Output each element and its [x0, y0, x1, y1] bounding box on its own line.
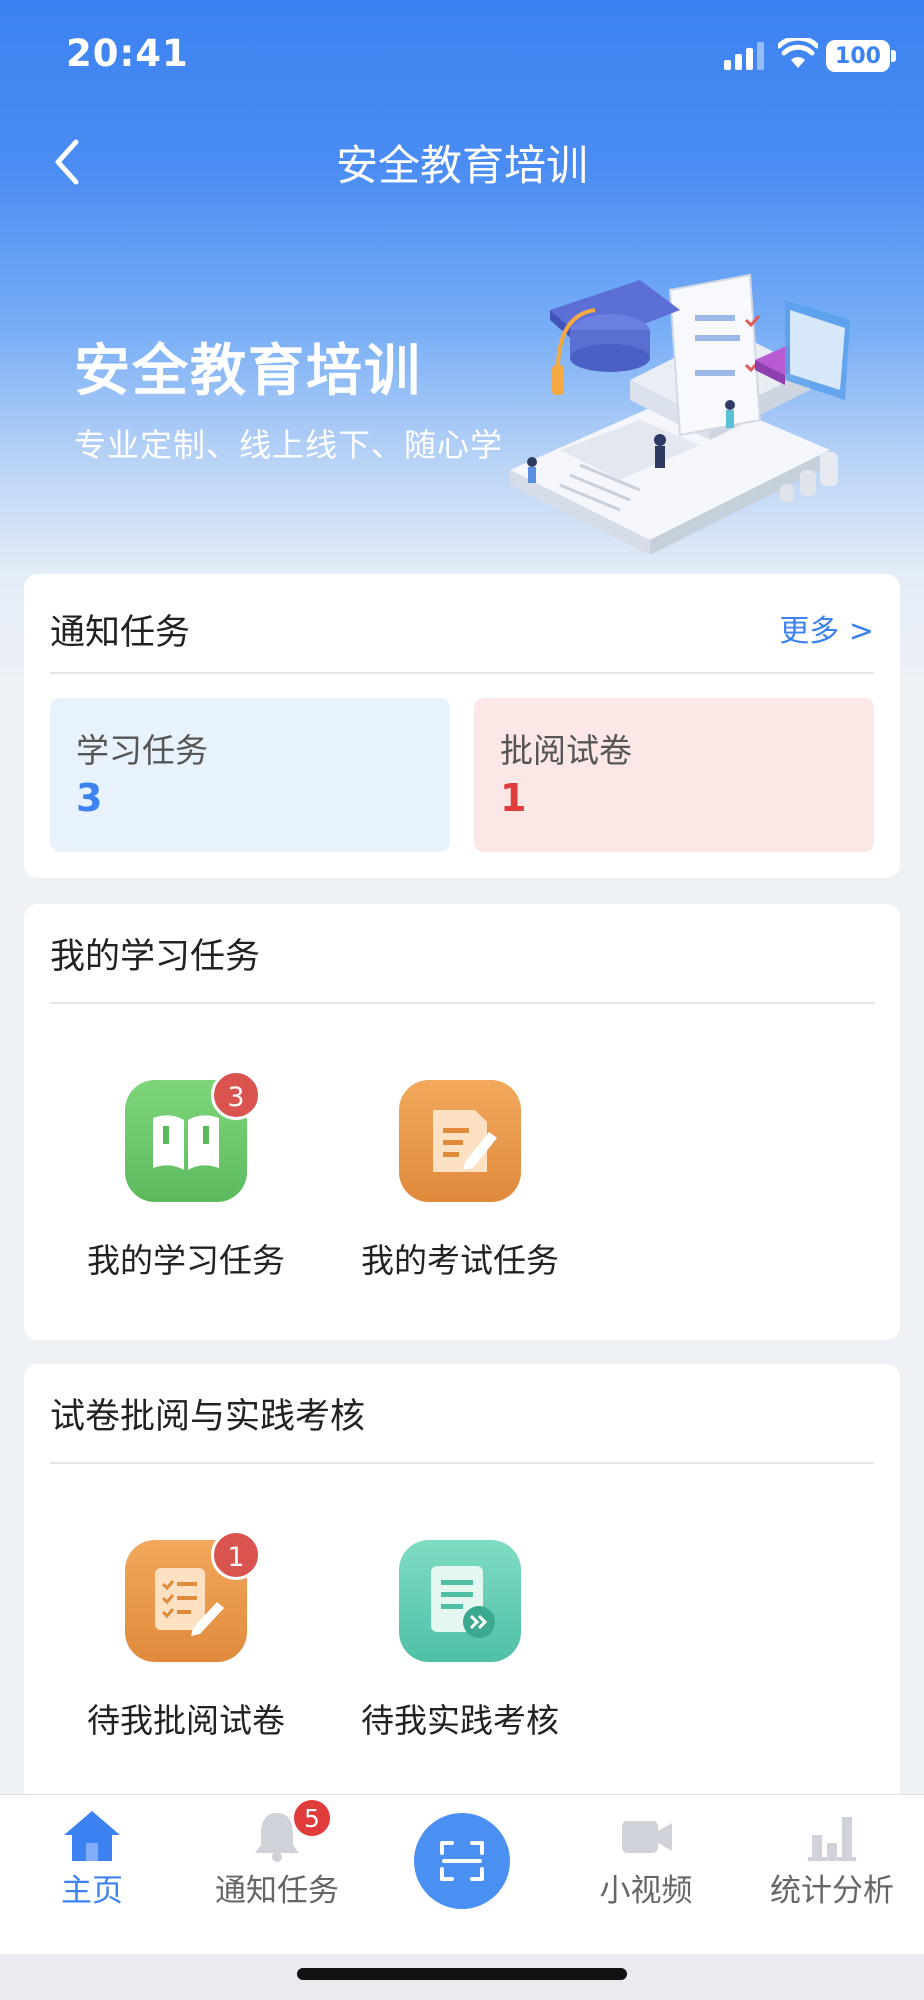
item-label: 我的考试任务 — [361, 1241, 559, 1280]
scan-button[interactable] — [414, 1813, 510, 1909]
task-label: 学习任务 — [76, 731, 208, 770]
tab-label: 统计分析 — [770, 1873, 894, 1909]
my-exam-task-item[interactable]: 我的考试任务 — [361, 1080, 559, 1300]
home-icon — [64, 1811, 120, 1861]
study-task-box[interactable]: 学习任务 3 — [50, 698, 450, 852]
page-title: 安全教育培训 — [335, 141, 588, 190]
review-practice-card: 试卷批阅与实践考核 1 待我批阅试卷 待我实践考核 — [24, 1364, 900, 1804]
tab-notice-tasks[interactable]: 5 通知任务 — [185, 1795, 369, 1925]
card-title: 试卷批阅与实践考核 — [50, 1397, 366, 1437]
tab-home[interactable]: 主页 — [0, 1795, 184, 1925]
battery-tip — [891, 50, 896, 62]
task-count: 3 — [76, 776, 103, 820]
scan-icon — [440, 1841, 484, 1881]
bottom-tab-bar: 主页 5 通知任务 小视频 统计分析 — [0, 1794, 924, 1954]
task-label: 批阅试卷 — [500, 731, 632, 770]
bar-chart-icon — [808, 1817, 856, 1861]
notification-badge: 3 — [211, 1070, 261, 1120]
status-bar: 20:41 100 — [0, 0, 924, 112]
notification-badge: 5 — [291, 1797, 333, 1839]
task-count: 1 — [500, 776, 527, 820]
document-forward-icon — [399, 1540, 521, 1662]
home-indicator — [297, 1968, 627, 1980]
review-paper-box[interactable]: 批阅试卷 1 — [474, 698, 874, 852]
wifi-icon — [778, 38, 818, 68]
item-label: 待我批阅试卷 — [87, 1701, 285, 1740]
video-icon — [622, 1821, 672, 1853]
my-study-task-item[interactable]: 3 我的学习任务 — [87, 1070, 285, 1300]
tab-label: 通知任务 — [215, 1873, 339, 1909]
status-time: 20:41 — [66, 32, 189, 75]
notification-badge: 1 — [211, 1530, 261, 1580]
card-title: 我的学习任务 — [50, 937, 261, 977]
education-illustration — [510, 273, 850, 555]
pending-review-paper-item[interactable]: 1 待我批阅试卷 — [87, 1530, 285, 1760]
hero-subtitle: 专业定制、线上线下、随心学 — [74, 426, 504, 464]
battery-icon: 100 — [826, 40, 890, 72]
hero-title: 安全教育培训 — [74, 339, 422, 404]
tab-label: 小视频 — [599, 1873, 693, 1909]
tab-label: 主页 — [61, 1873, 123, 1909]
more-link[interactable]: 更多 > — [779, 606, 874, 650]
tab-statistics[interactable]: 统计分析 — [740, 1795, 924, 1925]
cellular-signal-icon — [724, 42, 768, 70]
item-label: 我的学习任务 — [87, 1241, 285, 1280]
battery-level: 100 — [835, 43, 881, 69]
item-label: 待我实践考核 — [361, 1701, 559, 1740]
tab-short-video[interactable]: 小视频 — [554, 1795, 738, 1925]
card-title: 通知任务 — [50, 613, 191, 653]
pending-practice-item[interactable]: 待我实践考核 — [361, 1540, 559, 1760]
notice-task-card: 通知任务 更多 > 学习任务 3 批阅试卷 1 — [24, 574, 900, 878]
my-study-card: 我的学习任务 3 我的学习任务 我的考试任务 — [24, 904, 900, 1340]
exam-edit-icon — [399, 1080, 521, 1202]
